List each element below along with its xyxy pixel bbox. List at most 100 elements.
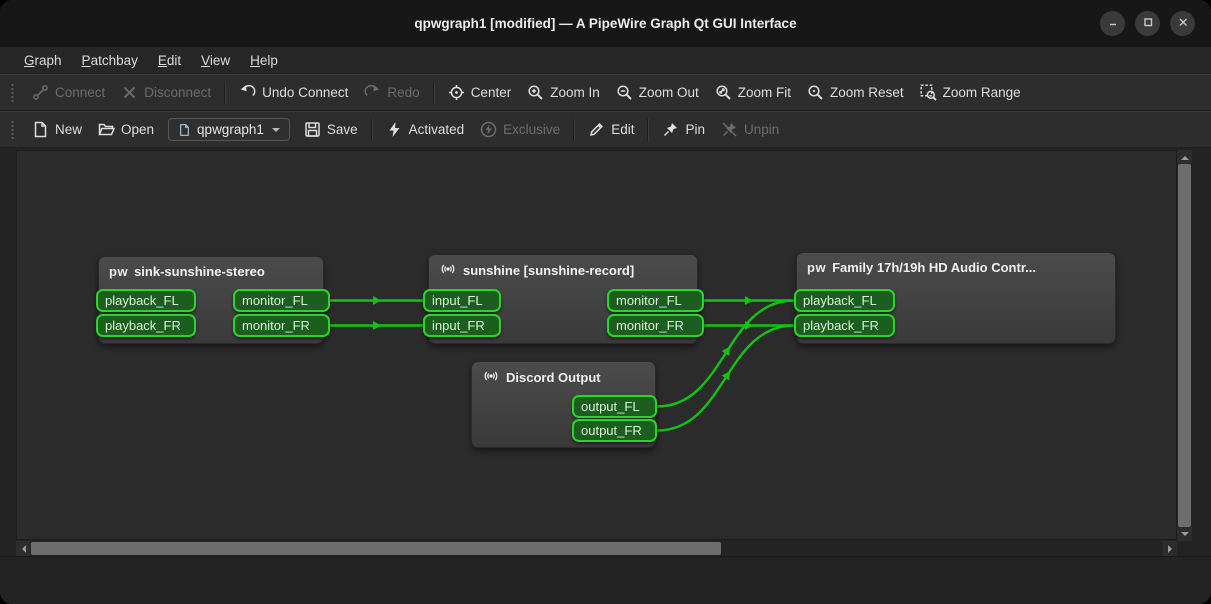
port-output[interactable]: monitor_FR	[607, 314, 704, 337]
zoom-in-icon	[527, 84, 544, 101]
node-title: Discord Output	[506, 370, 601, 385]
scroll-down-button[interactable]	[1177, 527, 1192, 541]
center-button[interactable]: Center	[440, 80, 520, 105]
scroll-up-button[interactable]	[1177, 150, 1192, 164]
port-input[interactable]: playback_FR	[794, 314, 895, 337]
zoom-out-icon	[616, 84, 633, 101]
statusbar: 110 %	[0, 556, 1211, 604]
minimize-button[interactable]	[1100, 11, 1125, 36]
arrow-left-icon	[18, 545, 26, 553]
toolbar-separator	[371, 119, 373, 141]
menu-edit[interactable]: Edit	[148, 50, 191, 71]
activated-toggle[interactable]: Activated	[378, 117, 473, 142]
edit-pencil-icon	[588, 121, 605, 138]
pipewire-icon: pw	[109, 264, 128, 279]
broadcast-icon	[482, 369, 500, 386]
disconnect-icon	[121, 84, 138, 101]
patchbay-file-icon	[178, 123, 191, 137]
port-input[interactable]: input_FR	[423, 314, 501, 337]
app-window: qpwgraph1 [modified] — A PipeWire Graph …	[0, 0, 1211, 604]
disconnect-label: Disconnect	[144, 85, 211, 100]
save-label: Save	[327, 122, 358, 137]
menu-help[interactable]: Help	[240, 50, 288, 71]
patchbay-arrow-icon	[373, 321, 381, 330]
open-patchbay-button[interactable]: Open	[90, 117, 162, 142]
new-patchbay-button[interactable]: New	[24, 117, 90, 142]
zoom-range-button[interactable]: Zoom Range	[912, 80, 1029, 105]
maximize-icon	[1142, 15, 1154, 33]
exclusive-bolt-icon	[480, 121, 497, 138]
node-header: Discord Output	[472, 362, 655, 386]
graph-canvas[interactable]: pw sink-sunshine-stereo playback_FL play…	[16, 150, 1177, 540]
port-input[interactable]: playback_FL	[96, 289, 196, 312]
scroll-left-button[interactable]	[16, 541, 30, 556]
patchbay-arrow-icon	[722, 344, 734, 356]
port-output[interactable]: monitor_FL	[233, 289, 330, 312]
port-input[interactable]: playback_FL	[794, 289, 895, 312]
menu-graph[interactable]: Graph	[14, 50, 72, 71]
zoom-out-button[interactable]: Zoom Out	[608, 80, 707, 105]
toolbar-separator	[224, 82, 226, 104]
zoom-in-label: Zoom In	[550, 85, 600, 100]
arrow-down-icon	[1181, 532, 1189, 540]
connect-icon	[32, 84, 49, 101]
zoom-range-label: Zoom Range	[943, 85, 1021, 100]
undo-connect-button[interactable]: Undo Connect	[231, 80, 356, 105]
unpin-label: Unpin	[744, 122, 779, 137]
pin-icon	[662, 121, 679, 138]
node-header: sunshine [sunshine-record]	[429, 255, 697, 279]
edit-toggle[interactable]: Edit	[580, 117, 642, 142]
save-patchbay-button[interactable]: Save	[296, 117, 366, 142]
patchbay-file-combo[interactable]: qpwgraph1	[168, 118, 290, 141]
patchbay-file-name: qpwgraph1	[197, 122, 264, 137]
port-output[interactable]: monitor_FR	[233, 314, 330, 337]
maximize-button[interactable]	[1135, 11, 1160, 36]
unpin-icon	[721, 121, 738, 138]
node-header: pw sink-sunshine-stereo	[99, 257, 323, 279]
port-input[interactable]: playback_FR	[96, 314, 196, 337]
zoom-in-button[interactable]: Zoom In	[519, 80, 608, 105]
scrollbar-corner	[1177, 541, 1192, 556]
zoom-reset-button[interactable]: Zoom Reset	[799, 80, 912, 105]
patchbay-arrow-icon	[745, 296, 753, 305]
port-output[interactable]: output_FL	[572, 395, 657, 418]
toolbar-separator	[573, 119, 575, 141]
toolbar-grip[interactable]	[10, 120, 15, 140]
scroll-right-button[interactable]	[1163, 541, 1177, 556]
window-controls	[1100, 0, 1195, 47]
minimize-icon	[1107, 15, 1119, 33]
zoom-fit-label: Zoom Fit	[738, 85, 791, 100]
vertical-scroll-thumb[interactable]	[1178, 164, 1191, 527]
horizontal-scrollbar[interactable]	[16, 541, 1177, 556]
zoom-reset-icon	[807, 84, 824, 101]
exclusive-toggle[interactable]: Exclusive	[472, 117, 568, 142]
unpin-button[interactable]: Unpin	[713, 117, 787, 142]
combo-dropdown-icon	[272, 128, 280, 136]
vertical-scrollbar[interactable]	[1177, 150, 1192, 541]
patchbay-arrow-icon	[373, 296, 381, 305]
toolbar-separator	[433, 82, 435, 104]
center-label: Center	[471, 85, 512, 100]
arrow-right-icon	[1168, 545, 1176, 553]
arrow-up-icon	[1181, 152, 1189, 160]
port-input[interactable]: input_FL	[423, 289, 501, 312]
zoom-out-label: Zoom Out	[639, 85, 699, 100]
port-output[interactable]: monitor_FL	[607, 289, 704, 312]
disconnect-button[interactable]: Disconnect	[113, 80, 219, 105]
zoom-range-icon	[920, 84, 937, 101]
horizontal-scroll-thumb[interactable]	[31, 542, 721, 555]
redo-button[interactable]: Redo	[356, 80, 427, 105]
zoom-fit-button[interactable]: Zoom Fit	[707, 80, 799, 105]
activated-bolt-icon	[386, 121, 403, 138]
port-output[interactable]: output_FR	[572, 419, 657, 442]
menu-view[interactable]: View	[191, 50, 240, 71]
titlebar: qpwgraph1 [modified] — A PipeWire Graph …	[0, 0, 1211, 47]
menu-patchbay[interactable]: Patchbay	[72, 50, 148, 71]
pin-button[interactable]: Pin	[654, 117, 713, 142]
open-label: Open	[121, 122, 154, 137]
toolbar-grip[interactable]	[10, 83, 15, 103]
connection-layer	[17, 151, 1176, 539]
close-button[interactable]	[1170, 11, 1195, 36]
toolbar-separator	[647, 119, 649, 141]
connect-button[interactable]: Connect	[24, 80, 113, 105]
